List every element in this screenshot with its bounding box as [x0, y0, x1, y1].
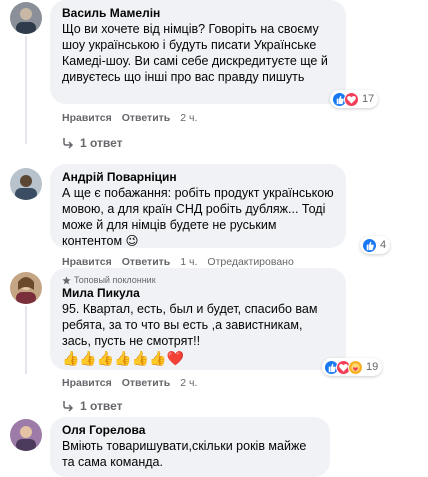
reply-button[interactable]: Ответить [122, 256, 171, 268]
reaction-count: 17 [362, 93, 375, 105]
love-reaction-icon [344, 91, 359, 107]
comment-author[interactable]: Василь Мамелін [62, 6, 334, 21]
reaction-count: 19 [366, 361, 379, 373]
comment-timestamp[interactable]: 2 ч. [180, 377, 197, 389]
comment-actions: Нравится Ответить 2 ч. [62, 112, 197, 124]
avatar[interactable] [10, 419, 42, 451]
avatar[interactable] [10, 272, 42, 304]
comment-text: Що ви хочете від німців? Говоріть на сво… [62, 22, 328, 84]
comment-text: Вміють товаришувати,скільки років майже … [62, 439, 307, 469]
avatar[interactable] [10, 168, 42, 200]
avatar[interactable] [10, 2, 42, 34]
comment-bubble: Василь Мамелін Що ви хочете від німців? … [50, 0, 346, 104]
comment-actions: Нравится Ответить 2 ч. [62, 377, 197, 389]
reply-arrow-icon [63, 138, 74, 149]
reply-arrow-icon [63, 401, 74, 412]
comment-author[interactable]: Мила Пикула [62, 286, 334, 301]
replies-count[interactable]: 1 ответ [80, 136, 123, 150]
like-button[interactable]: Нравится [62, 112, 112, 124]
top-fan-icon [62, 275, 71, 284]
reaction-count: 4 [380, 239, 387, 251]
comment-emojis: 👍👍👍👍👍👍❤️ [62, 350, 185, 366]
comment-author[interactable]: Андрій Поварніцин [62, 170, 334, 185]
comment-bubble: Андрій Поварніцин А ще є побажання: робі… [50, 164, 346, 248]
comment-text: 95. Квартал, есть, был и будет, спасибо … [62, 302, 318, 348]
like-button[interactable]: Нравится [62, 256, 112, 268]
like-button[interactable]: Нравится [62, 377, 112, 389]
comment-timestamp[interactable]: 2 ч. [180, 112, 197, 124]
thread-line [25, 36, 27, 144]
comment-text: А ще є побажання: робіть продукт українс… [62, 186, 334, 248]
comment-bubble: Оля Горелова Вміють товаришувати,скільки… [50, 417, 330, 477]
comment-timestamp[interactable]: 1 ч. [180, 256, 197, 268]
comment-author[interactable]: Оля Горелова [62, 423, 318, 438]
replies-count[interactable]: 1 ответ [80, 399, 123, 413]
care-reaction-icon [348, 359, 363, 375]
view-replies-link[interactable]: 1 ответ [62, 399, 123, 413]
comment-actions: Нравится Ответить 1 ч. Отредактировано [62, 256, 294, 268]
comment-bubble: Топовый поклонник Мила Пикула 95. Кварта… [50, 268, 346, 370]
edited-label[interactable]: Отредактировано [207, 256, 293, 268]
reactions-summary[interactable]: 19 [322, 358, 383, 376]
view-replies-link[interactable]: 1 ответ [62, 136, 123, 150]
top-fan-label: Топовый поклонник [74, 275, 156, 285]
top-fan-badge: Топовый поклонник [62, 274, 334, 286]
reply-button[interactable]: Ответить [122, 112, 171, 124]
reply-button[interactable]: Ответить [122, 377, 171, 389]
like-reaction-icon [362, 237, 377, 253]
thread-line [25, 306, 27, 374]
reactions-summary[interactable]: 17 [330, 90, 379, 108]
reactions-summary[interactable]: 4 [360, 236, 391, 254]
